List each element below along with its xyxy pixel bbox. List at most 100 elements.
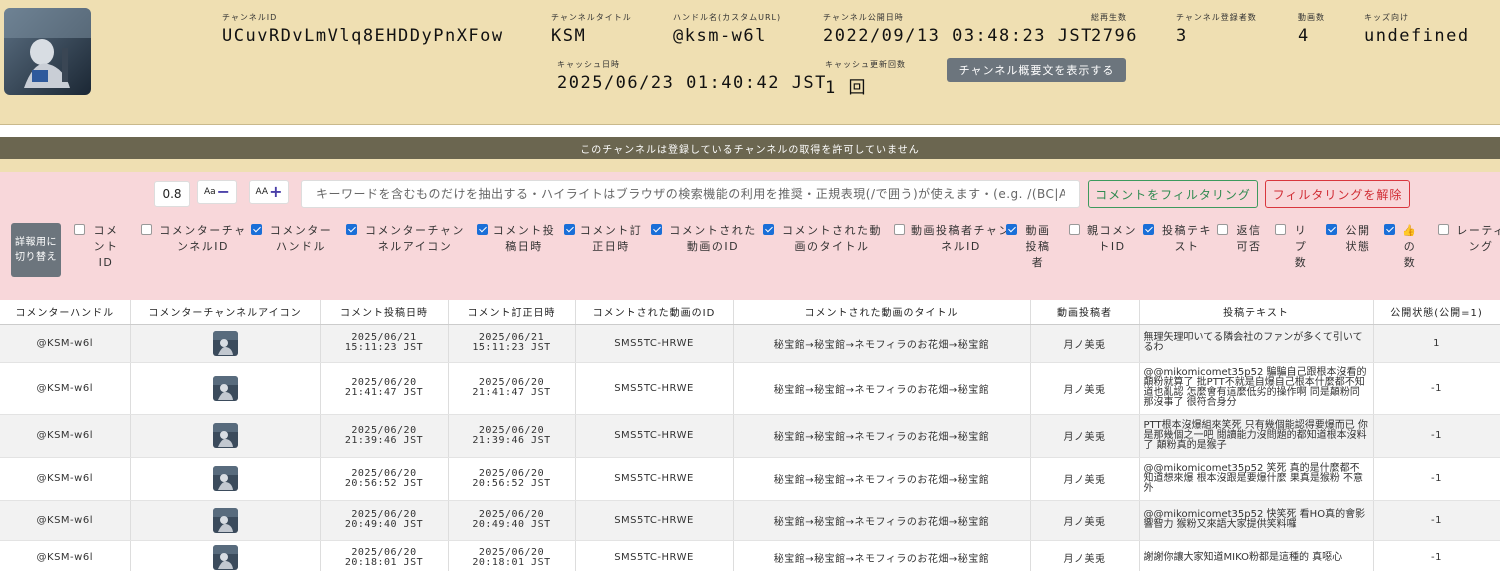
checkbox[interactable]	[1006, 224, 1017, 235]
header-edited-at[interactable]: コメント訂正日時	[448, 300, 576, 325]
cell-post-text: @@mikomicomet35p52 騙騙自己跟根本沒看的顛粉就算了 批PTT不…	[1139, 362, 1374, 415]
checkbox[interactable]	[763, 224, 774, 235]
checkbox[interactable]	[894, 224, 905, 235]
column-toggle-edited-at[interactable]: コメント訂正日時	[564, 223, 643, 255]
increase-font-button[interactable]: AA +	[249, 180, 289, 204]
column-toggle-label: コメントされた動画のタイトル	[782, 224, 882, 253]
checkbox[interactable]	[1275, 224, 1286, 235]
commenter-avatar-icon	[212, 466, 238, 491]
cell-edited-at: 2025/06/20 21:39:46 JST	[448, 414, 576, 458]
cell-commenter-handle: @KSM-w6l	[0, 414, 131, 458]
column-toggle-posted-at[interactable]: コメント投稿日時	[477, 223, 556, 255]
header-visibility[interactable]: 公開状態(公開=1)	[1373, 300, 1500, 325]
column-toggle-likes[interactable]: 👍の数	[1384, 223, 1421, 271]
checkbox[interactable]	[1438, 224, 1449, 235]
cell-uploader: 月ノ美兎	[1030, 500, 1140, 541]
clear-filter-button[interactable]: フィルタリングを解除	[1265, 180, 1410, 208]
minus-icon: −	[216, 182, 231, 201]
column-toggle-reply-count[interactable]: リプ数	[1275, 223, 1312, 271]
cell-edited-at: 2025/06/20 20:56:52 JST	[448, 457, 576, 501]
cell-edited-at: 2025/06/20 20:18:01 JST	[448, 540, 576, 571]
column-toggle-post-text[interactable]: 投稿テキスト	[1143, 223, 1216, 255]
commenter-avatar-icon	[212, 423, 238, 448]
checkbox[interactable]	[251, 224, 262, 235]
commenter-avatar-icon	[212, 330, 238, 356]
channel-header: チャンネルID UCuvRDvLmVlq8EHDDyPnXFow チャンネルタイ…	[0, 0, 1500, 125]
keyword-filter-input[interactable]	[301, 180, 1080, 208]
cache-updates-value: 1 回	[825, 78, 867, 98]
header-uploader[interactable]: 動画投稿者	[1030, 300, 1140, 325]
column-toggle-rating[interactable]: レーティング	[1438, 223, 1500, 255]
cell-commenter-handle: @KSM-w6l	[0, 324, 131, 363]
detail-view-toggle-button[interactable]: 詳報用に切り替え	[11, 223, 61, 277]
plus-icon: +	[269, 182, 283, 201]
cell-uploader: 月ノ美兎	[1030, 362, 1140, 415]
channel-published-field: チャンネル公開日時 2022/09/13 03:48:23 JST	[823, 12, 1093, 46]
channel-handle-value: @ksm-w6l	[673, 26, 767, 46]
column-toggle-label: 親コメントID	[1087, 224, 1137, 253]
column-toggle-label: コメントID	[93, 224, 119, 269]
cell-video-title: 秘宝館→秘宝館→ネモフィラのお花畑→秘宝館	[733, 500, 1031, 541]
posted-time: 20:56:52 JST	[344, 477, 424, 489]
show-description-button[interactable]: チャンネル概要文を表示する	[947, 58, 1126, 82]
posted-date: 2025/06/20	[351, 546, 417, 558]
cell-commenter-handle: @KSM-w6l	[0, 457, 131, 501]
checkbox[interactable]	[564, 224, 575, 235]
checkbox[interactable]	[1326, 224, 1337, 235]
column-toggle-video-id[interactable]: コメントされた動画のID	[651, 223, 760, 255]
header-post-text[interactable]: 投稿テキスト	[1139, 300, 1374, 325]
checkbox[interactable]	[1143, 224, 1154, 235]
column-toggle-reply-allowed[interactable]: 返信可否	[1217, 223, 1266, 255]
header-commenter-icon[interactable]: コメンターチャンネルアイコン	[130, 300, 321, 325]
cell-post-text: 無理矢理叩いてる隣会社のファンが多くて引いてるわ	[1139, 324, 1374, 363]
cell-post-text: PTT根本沒爆組來笑死 只有幾個能認得要爆而已 你是那幾個之一吧 閱讀能力沒問題…	[1139, 414, 1374, 458]
checkbox[interactable]	[1069, 224, 1080, 235]
column-toggle-visibility[interactable]: 公開状態	[1326, 223, 1375, 255]
commenter-avatar-icon	[212, 507, 238, 533]
checkbox[interactable]	[74, 224, 85, 235]
checkbox[interactable]	[1217, 224, 1228, 235]
cache-date-value: 2025/06/23 01:40:42 JST	[557, 73, 827, 93]
cell-video-id: SMS5TC-HRWE	[575, 457, 734, 501]
column-toggle-comment-id[interactable]: コメントID	[74, 223, 123, 271]
kids-value: undefined	[1364, 26, 1470, 46]
channel-handle-field: ハンドル名(カスタムURL) @ksm-w6l	[673, 12, 781, 46]
checkbox[interactable]	[141, 224, 152, 235]
header-video-title[interactable]: コメントされた動画のタイトル	[733, 300, 1031, 325]
cell-commenter-handle: @KSM-w6l	[0, 540, 131, 571]
header-commenter-handle[interactable]: コメンターハンドル	[0, 300, 131, 325]
column-toggle-commenter-icon[interactable]: コメンターチャンネルアイコン	[346, 223, 469, 255]
header-separator	[0, 159, 1500, 172]
checkbox[interactable]	[1384, 224, 1395, 235]
cell-visibility: -1	[1373, 540, 1500, 571]
channel-avatar-icon	[4, 8, 91, 95]
column-toggle-uploader[interactable]: 動画投稿者	[1006, 223, 1055, 271]
cell-uploader: 月ノ美兎	[1030, 457, 1140, 501]
kids-field: キッズ向け undefined	[1364, 12, 1470, 46]
column-toggle-commenter-handle[interactable]: コメンターハンドル	[251, 223, 336, 255]
table-row: @KSM-w6l 2025/06/20 20:56:52 JST 2025/06/20…	[0, 457, 1500, 501]
column-toggle-parent-comment-id[interactable]: 親コメントID	[1069, 223, 1140, 255]
channel-title-field: チャンネルタイトル KSM	[551, 12, 632, 46]
cell-commenter-icon	[130, 324, 321, 363]
column-toggle-uploader-channel-id[interactable]: 動画投稿者チャンネルID	[894, 223, 1013, 255]
filter-comments-button[interactable]: コメントをフィルタリング	[1088, 180, 1258, 208]
cache-date-field: キャッシュ日時 2025/06/23 01:40:42 JST	[557, 59, 827, 93]
cell-video-title: 秘宝館→秘宝館→ネモフィラのお花畑→秘宝館	[733, 540, 1031, 571]
cell-edited-at: 2025/06/20 21:41:47 JST	[448, 362, 576, 415]
column-toggle-commenter-channel-id[interactable]: コメンターチャンネルID	[141, 223, 250, 255]
cell-commenter-icon	[130, 414, 321, 458]
header-posted-at[interactable]: コメント投稿日時	[320, 300, 449, 325]
edited-date: 2025/06/20	[478, 467, 545, 479]
checkbox[interactable]	[346, 224, 357, 235]
table-row: @KSM-w6l 2025/06/20 21:39:46 JST 2025/06/20…	[0, 414, 1500, 458]
header-video-id[interactable]: コメントされた動画のID	[575, 300, 734, 325]
checkbox[interactable]	[477, 224, 488, 235]
column-toggle-video-title[interactable]: コメントされた動画のタイトル	[763, 223, 886, 255]
cell-video-title: 秘宝館→秘宝館→ネモフィラのお花畑→秘宝館	[733, 457, 1031, 501]
commenter-avatar-icon	[212, 545, 238, 570]
decrease-font-button[interactable]: Aa −	[197, 180, 237, 204]
total-views-label: 総再生数	[1091, 13, 1127, 22]
cell-video-id: SMS5TC-HRWE	[575, 362, 734, 415]
checkbox[interactable]	[651, 224, 662, 235]
